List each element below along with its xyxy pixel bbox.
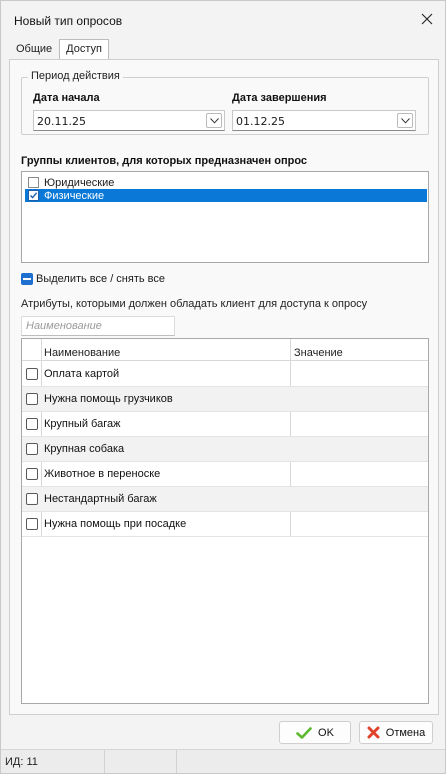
end-date-input[interactable]: 01.12.25 (232, 110, 416, 131)
tab-access[interactable]: Доступ (59, 39, 109, 60)
name-filter-input[interactable]: Наименование (21, 316, 175, 336)
client-groups-list[interactable]: Юридические Физические (21, 171, 429, 263)
ok-check-icon (296, 726, 312, 739)
cancel-x-icon (367, 726, 380, 739)
start-date-dropdown[interactable] (206, 113, 222, 128)
table-row[interactable]: Крупная собака (22, 437, 428, 462)
select-all-toggle[interactable]: Выделить все / снять все (21, 272, 165, 286)
row-checkbox[interactable] (26, 418, 38, 430)
row-checkbox[interactable] (26, 368, 38, 380)
end-date-value: 01.12.25 (236, 115, 285, 128)
window-title: Новый тип опросов (14, 14, 123, 28)
table-row[interactable]: Нестандартный багаж (22, 487, 428, 512)
dialog-footer: OK Отмена (1, 715, 445, 749)
row-checkbox[interactable] (26, 393, 38, 405)
table-row[interactable]: Нужна помощь при посадке (22, 512, 428, 537)
row-name: Оплата картой (44, 368, 120, 380)
select-all-label: Выделить все / снять все (36, 273, 166, 285)
access-panel: Период действия Дата начала 20.11.25 Дат… (9, 59, 439, 715)
row-name: Животное в переноске (44, 468, 161, 480)
tab-general[interactable]: Общие (9, 39, 59, 59)
table-row[interactable]: Крупный багаж (22, 412, 428, 437)
row-checkbox[interactable] (26, 468, 38, 480)
period-groupbox: Период действия Дата начала 20.11.25 Дат… (21, 70, 429, 135)
checkbox-individual[interactable] (28, 190, 39, 201)
grid-header: Наименование Значение (22, 339, 428, 361)
list-item-label: Юридические (44, 176, 115, 189)
cancel-button[interactable]: Отмена (359, 721, 433, 744)
close-icon (421, 13, 433, 25)
row-checkbox[interactable] (26, 443, 38, 455)
title-bar: Новый тип опросов (1, 1, 445, 37)
checkbox-legal[interactable] (28, 177, 39, 188)
status-cell-empty (105, 750, 177, 773)
table-row[interactable]: Нужна помощь грузчиков (22, 387, 428, 412)
ok-label: OK (318, 726, 334, 739)
attributes-grid: Наименование Значение Оплата картой Нужн… (21, 338, 429, 704)
start-date-value: 20.11.25 (37, 115, 86, 128)
list-item-individual[interactable]: Физические (25, 189, 427, 202)
row-checkbox[interactable] (26, 493, 38, 505)
chevron-down-icon (400, 117, 410, 124)
ok-button[interactable]: OK (279, 721, 351, 744)
groups-title: Группы клиентов, для которых предназначе… (21, 155, 308, 167)
start-date-input[interactable]: 20.11.25 (33, 110, 225, 131)
table-row[interactable]: Животное в переноске (22, 462, 428, 487)
status-bar: ИД: 11 (1, 749, 445, 773)
checkmark-icon (30, 192, 38, 199)
end-date-dropdown[interactable] (397, 113, 413, 128)
dialog-window: Новый тип опросов Общие Доступ Период де… (0, 0, 446, 774)
row-name: Крупная собака (44, 443, 125, 455)
tab-strip: Общие Доступ (9, 39, 109, 60)
column-header-value[interactable]: Значение (294, 347, 343, 359)
row-name: Нестандартный багаж (44, 493, 157, 505)
column-header-name[interactable]: Наименование (44, 347, 120, 359)
attributes-caption: Атрибуты, которыми должен обладать клиен… (21, 298, 368, 310)
row-name: Нужна помощь при посадке (44, 518, 187, 530)
period-legend: Период действия (28, 70, 123, 82)
start-date-label: Дата начала (33, 92, 100, 104)
table-row[interactable]: Оплата картой (22, 362, 428, 387)
status-id: ИД: 11 (5, 756, 38, 768)
status-cell-id: ИД: 11 (1, 750, 105, 773)
row-checkbox[interactable] (26, 518, 38, 530)
row-name: Крупный багаж (44, 418, 121, 430)
cancel-label: Отмена (385, 726, 426, 739)
list-item-legal[interactable]: Юридические (25, 176, 427, 189)
end-date-label: Дата завершения (232, 92, 327, 104)
list-item-label: Физические (44, 189, 105, 202)
minus-icon (21, 273, 33, 285)
row-name: Нужна помощь грузчиков (44, 393, 173, 405)
close-button[interactable] (409, 1, 445, 37)
chevron-down-icon (209, 117, 219, 124)
